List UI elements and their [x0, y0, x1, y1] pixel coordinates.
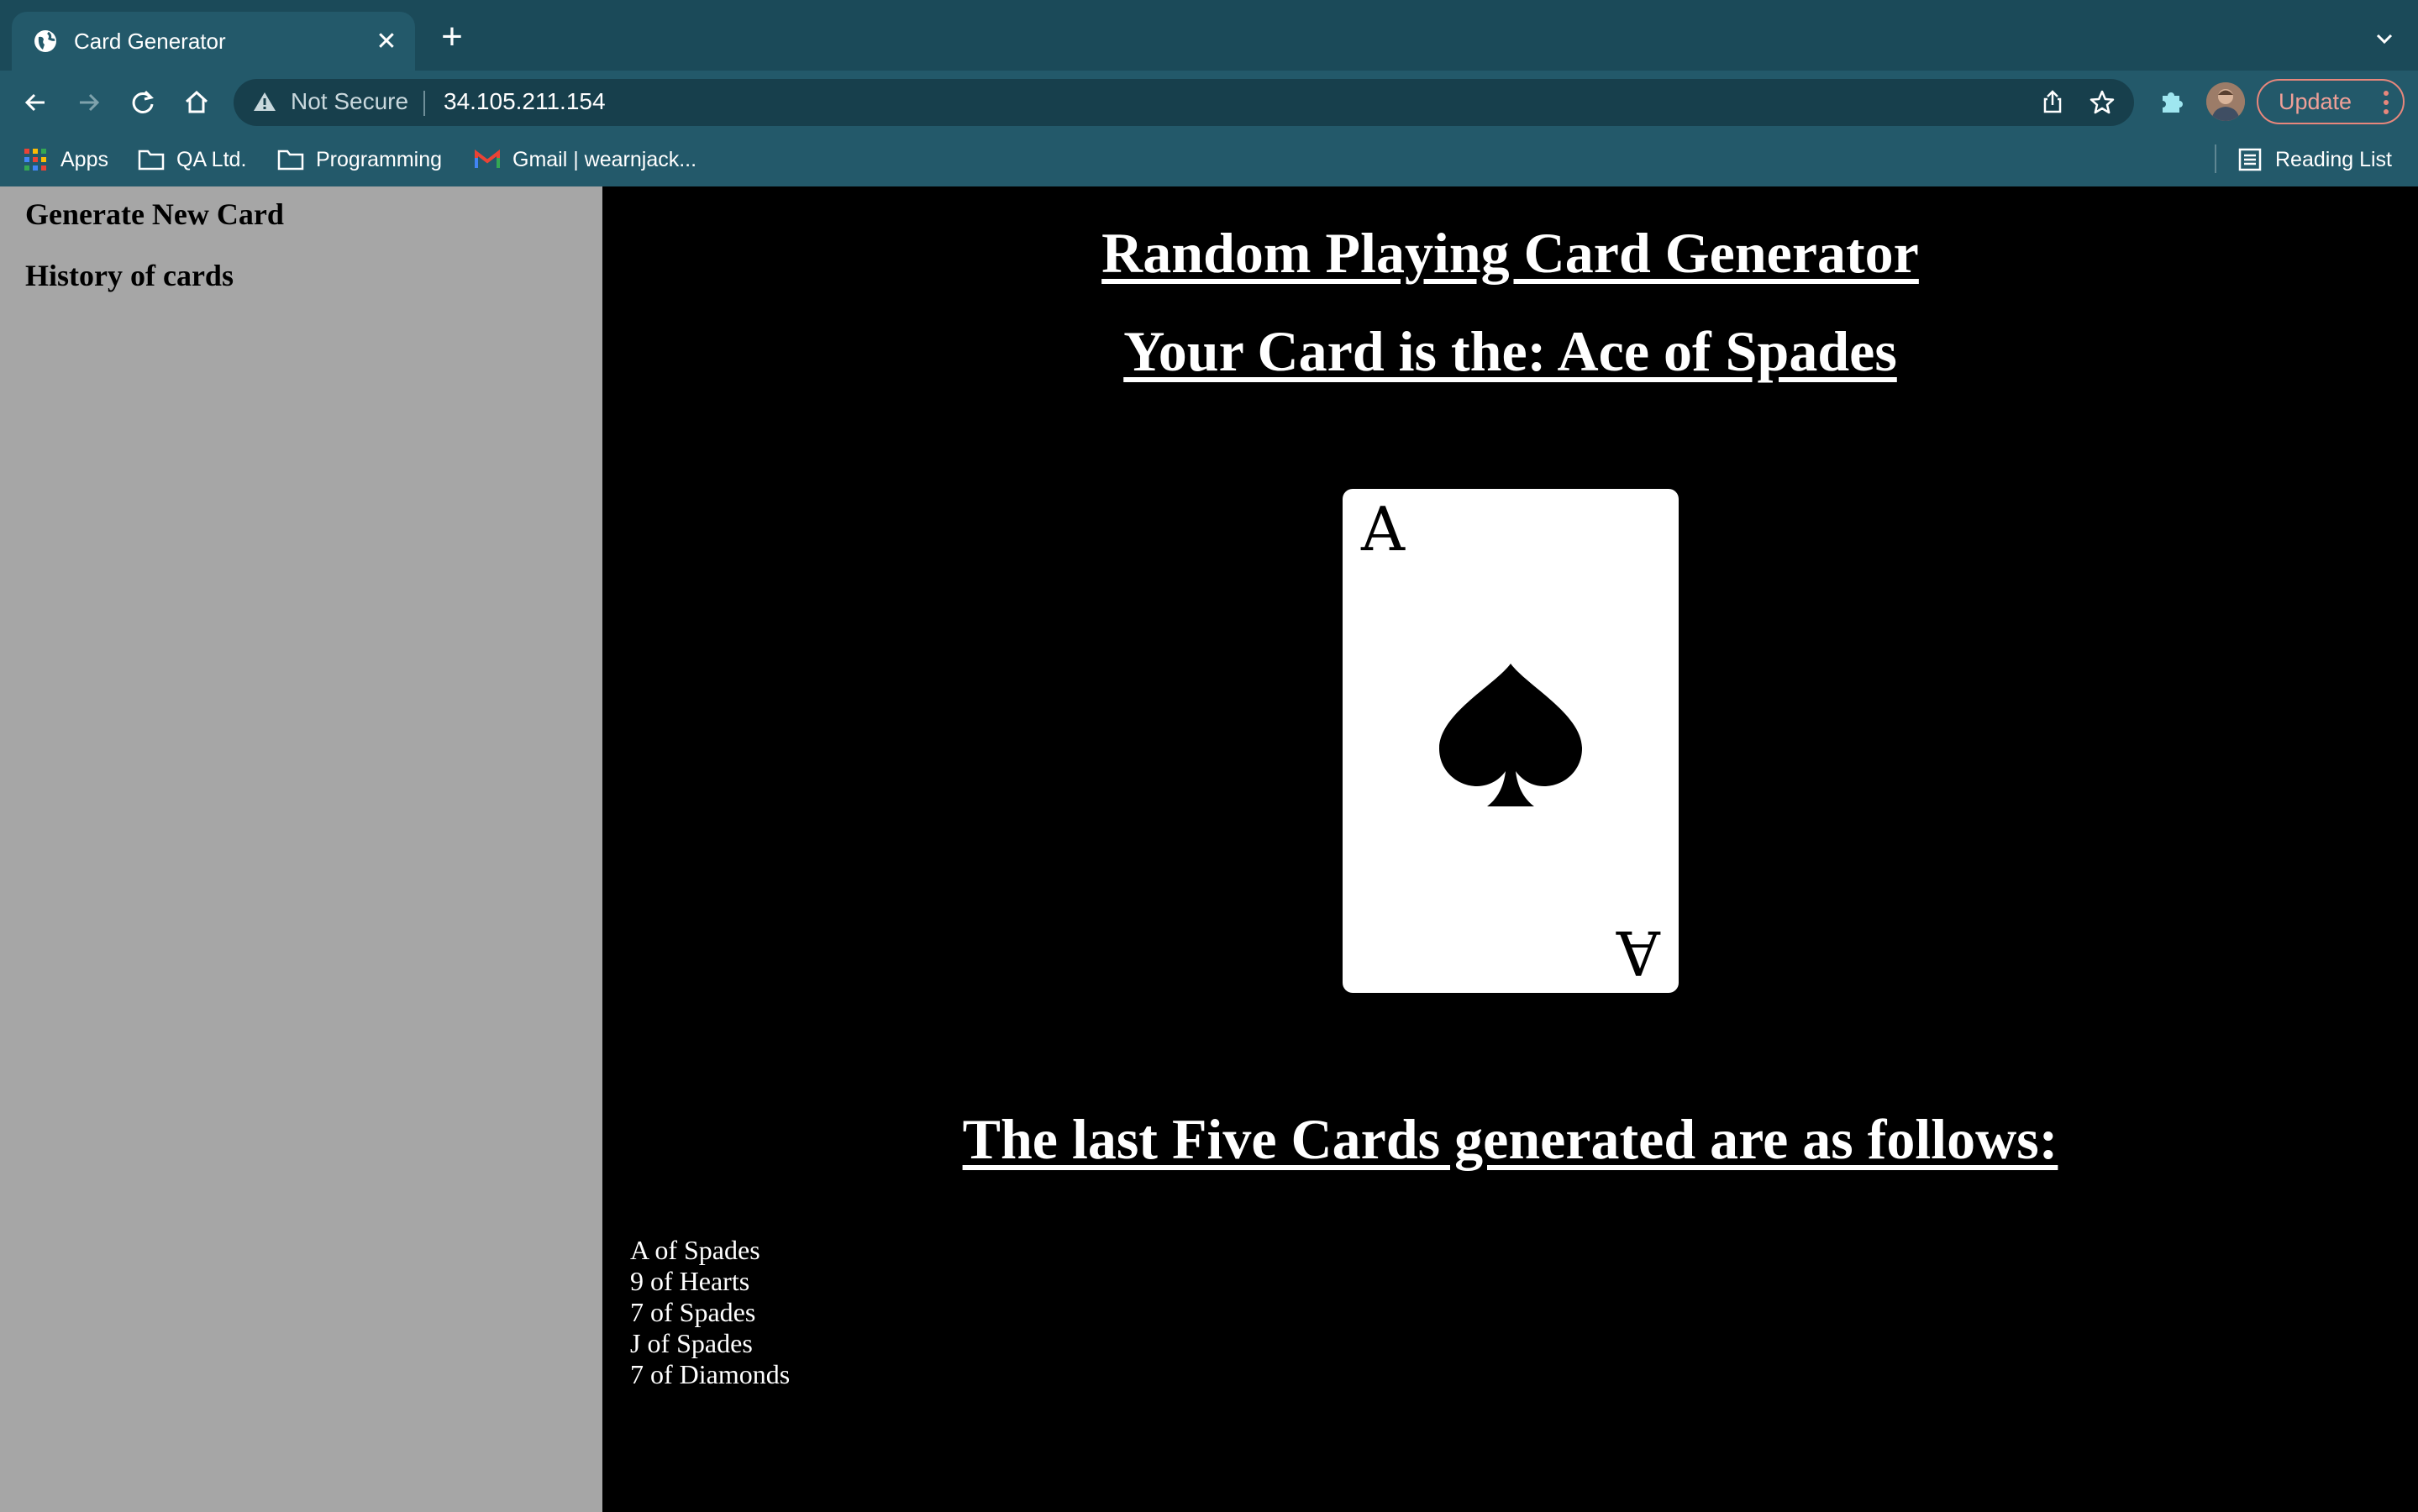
reading-list-label: Reading List — [2275, 147, 2392, 171]
bookmark-gmail[interactable]: Gmail | wearnjack... — [474, 144, 696, 175]
tab-strip: Card Generator ✕ + — [0, 0, 2418, 71]
warning-icon[interactable] — [252, 89, 279, 116]
sidebar-link-generate-new-card[interactable]: Generate New Card — [25, 197, 284, 232]
apps-grid-icon — [22, 146, 49, 173]
bookmark-label: QA Ltd. — [176, 147, 247, 171]
bookmark-star-icon[interactable] — [2089, 89, 2117, 118]
browser-toolbar: Not Secure 34.105.211.154 Update — [0, 71, 2418, 133]
more-menu-icon[interactable] — [2383, 89, 2389, 116]
playing-card-image: A A — [1343, 489, 1679, 993]
url-text[interactable]: 34.105.211.154 — [444, 88, 606, 115]
reading-list-button[interactable]: Reading List — [2237, 144, 2392, 175]
reload-icon[interactable] — [124, 84, 161, 121]
chevron-down-icon[interactable] — [2371, 25, 2398, 52]
sidebar: Generate New Card History of cards — [0, 186, 602, 1512]
bookmark-label: Gmail | wearnjack... — [513, 147, 697, 171]
bookmarks-bar: Apps QA Ltd. Programming Gmail | wearnja… — [0, 133, 2418, 187]
list-item: 7 of Diamonds — [630, 1359, 791, 1389]
bookmark-apps[interactable]: Apps — [22, 144, 108, 175]
main-content: Random Playing Card Generator Your Card … — [602, 186, 2418, 1512]
home-icon[interactable] — [178, 84, 215, 121]
folder-icon — [277, 146, 304, 173]
page-title: Random Playing Card Generator — [1101, 221, 1919, 285]
list-item: A of Spades — [630, 1235, 760, 1265]
bookmark-qa-ltd[interactable]: QA Ltd. — [138, 144, 246, 175]
profile-avatar[interactable] — [2206, 82, 2245, 121]
address-divider — [423, 91, 425, 116]
card-rank-top: A — [1361, 494, 1405, 564]
card-history-list: A of Spades 9 of Hearts 7 of Spades J of… — [630, 1235, 790, 1390]
update-button[interactable]: Update — [2257, 79, 2405, 124]
list-item: 7 of Spades — [630, 1297, 756, 1327]
tab-card-generator[interactable]: Card Generator ✕ — [12, 12, 415, 71]
folder-icon — [138, 146, 165, 173]
card-rank-bottom: A — [1616, 917, 1660, 988]
bookmark-label: Programming — [316, 147, 443, 171]
card-result-heading: Your Card is the: Ace of Spades — [1123, 319, 1897, 383]
bookmark-label: Apps — [60, 147, 108, 171]
history-heading: The last Five Cards generated are as fol… — [962, 1107, 2058, 1171]
globe-icon — [32, 28, 59, 55]
list-item: 9 of Hearts — [630, 1266, 750, 1296]
gmail-icon — [474, 146, 501, 173]
tab-title: Card Generator — [74, 28, 226, 54]
share-icon[interactable] — [2040, 89, 2067, 116]
close-tab-icon[interactable]: ✕ — [370, 24, 403, 58]
sidebar-link-history-of-cards[interactable]: History of cards — [25, 258, 234, 293]
extensions-puzzle-icon[interactable] — [2156, 86, 2189, 119]
spade-icon — [1439, 664, 1582, 806]
address-bar[interactable]: Not Secure 34.105.211.154 — [234, 79, 2134, 126]
forward-arrow-icon[interactable] — [71, 84, 108, 121]
bookmark-programming[interactable]: Programming — [277, 144, 442, 175]
security-label[interactable]: Not Secure — [291, 88, 408, 115]
list-item: J of Spades — [630, 1328, 753, 1358]
page-content: Generate New Card History of cards Rando… — [0, 186, 2418, 1512]
back-arrow-icon[interactable] — [17, 84, 54, 121]
update-label: Update — [2279, 88, 2352, 114]
bookmarks-divider — [2215, 144, 2216, 173]
new-tab-icon[interactable]: + — [434, 18, 470, 57]
reading-list-icon — [2237, 146, 2263, 173]
